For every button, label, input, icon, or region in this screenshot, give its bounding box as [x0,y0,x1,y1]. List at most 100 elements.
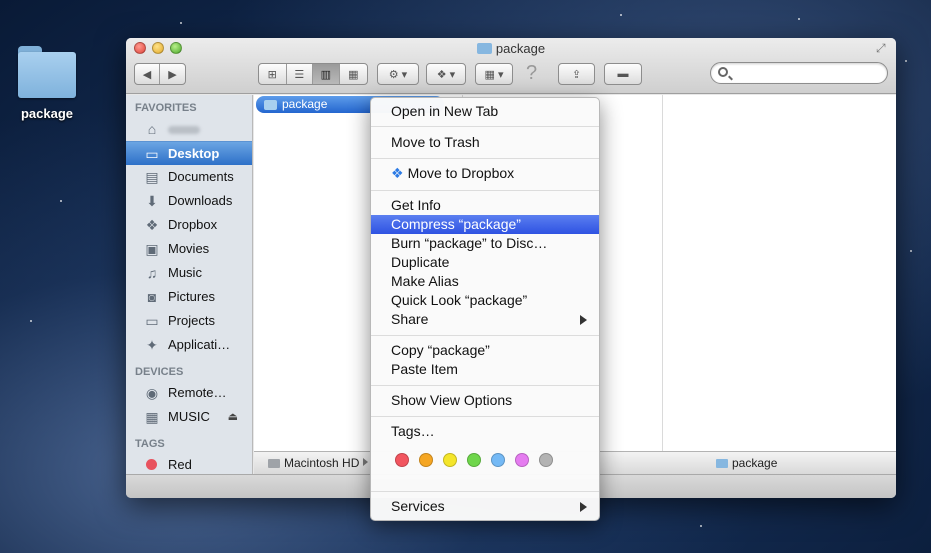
list-item-label: package [282,97,328,111]
gear-icon: ⚙ ▾ [388,68,408,81]
tag-color-green[interactable] [467,453,481,467]
forward-button[interactable]: ▶ [160,64,185,84]
desktop-folder-package[interactable]: package [12,44,82,121]
action-menu-button[interactable]: ⚙ ▾ [377,63,419,85]
dropbox-icon: ❖ [391,165,404,181]
home-icon: ⌂ [147,121,157,137]
sidebar: FAVORITES ⌂ ▭ Desktop ▤ Documents ⬇ Downloa… [126,95,253,474]
menu-item-get-info[interactable]: Get Info [371,196,599,215]
sidebar-item-label: Projects [168,313,215,328]
menu-item-tags[interactable]: Tags… [371,422,599,441]
star [30,320,32,322]
menu-item-move-to-dropbox[interactable]: ❖ Move to Dropbox [371,164,599,183]
share-button[interactable]: ⇪ [558,63,595,85]
menu-separator [371,126,599,127]
sidebar-item-desktop[interactable]: ▭ Desktop [126,141,252,165]
menu-item-label: Move to Dropbox [407,165,515,181]
menu-separator [371,491,599,492]
menu-item-copy[interactable]: Copy “package” [371,341,599,360]
sidebar-item-music-drive[interactable]: ▦ MUSIC ⏏ [126,405,252,429]
sidebar-item-downloads[interactable]: ⬇ Downloads [126,189,252,213]
tag-color-orange[interactable] [419,453,433,467]
star [620,14,622,16]
sidebar-item-home[interactable]: ⌂ [126,117,252,141]
tags-button[interactable]: ▬ [604,63,642,85]
window-title-text: package [495,41,546,56]
sidebar-item-label [168,125,200,134]
titlebar: package ⤢ ◀ ▶ ⊞ ☰ ▥ ▦ ⚙ ▾ ❖ ▾ ▦ ▾ ? ⇪ ▬ [126,38,896,94]
menu-separator [371,335,599,336]
fullscreen-icon[interactable]: ⤢ [876,41,890,55]
path-item-current[interactable]: package [716,456,777,470]
icon-view-icon[interactable]: ⊞ [259,64,287,84]
menu-item-duplicate[interactable]: Duplicate [371,253,599,272]
tag-color-picker [395,453,553,467]
list-view-icon[interactable]: ☰ [287,64,314,84]
music-icon: ♫ [146,265,158,281]
coverflow-view-icon[interactable]: ▦ [340,64,367,84]
sidebar-item-music[interactable]: ♫ Music [126,261,252,285]
tag-color-blue[interactable] [491,453,505,467]
tag-color-red[interactable] [395,453,409,467]
eject-icon[interactable]: ⏏ [228,405,238,429]
arrange-button[interactable]: ▦ ▾ [475,63,513,85]
menu-item-quick-look[interactable]: Quick Look “package” [371,291,599,310]
menu-item-move-to-trash[interactable]: Move to Trash [371,133,599,152]
star [905,60,907,62]
menu-item-label: Share [391,311,429,327]
sidebar-item-tag-red[interactable]: Red [126,453,252,474]
star [798,18,800,20]
sidebar-item-applications[interactable]: ✦ Applicati… [126,333,252,357]
context-menu: Open in New Tab Move to Trash ❖ Move to D… [370,97,600,521]
back-button[interactable]: ◀ [135,64,161,84]
sidebar-item-label: Documents [168,169,234,184]
column-view-icon[interactable]: ▥ [313,64,340,84]
star [910,250,912,252]
menu-item-make-alias[interactable]: Make Alias [371,272,599,291]
sidebar-item-movies[interactable]: ▣ Movies [126,237,252,261]
menu-item-share[interactable]: Share [371,310,599,329]
sidebar-header-favorites: FAVORITES [135,102,197,114]
window-title: package [126,41,896,56]
desktop-icon: ▭ [145,146,159,162]
sidebar-item-label: Movies [168,241,210,256]
sidebar-item-pictures[interactable]: ◙ Pictures [126,285,252,309]
tag-color-gray[interactable] [539,453,553,467]
menu-separator [371,158,599,159]
menu-item-compress[interactable]: Compress “package” [371,215,599,234]
sidebar-item-dropbox[interactable]: ❖ Dropbox [126,213,252,237]
menu-item-paste[interactable]: Paste Item [371,360,599,379]
sidebar-item-label: Music [168,265,202,280]
sidebar-item-projects[interactable]: ▭ Projects [126,309,252,333]
help-icon[interactable]: ? [526,62,537,85]
menu-separator [371,416,599,417]
drive-icon: ▦ [145,409,159,425]
menu-item-services[interactable]: Services [371,497,599,516]
sidebar-item-label: MUSIC [168,409,210,424]
menu-item-open-new-tab[interactable]: Open in New Tab [371,102,599,121]
sidebar-item-label: Dropbox [168,217,218,232]
dropbox-icon: ❖ [145,217,159,233]
path-item-disk[interactable]: Macintosh HD [268,456,359,470]
sidebar-item-remote-disc[interactable]: ◉ Remote… [126,381,252,405]
column-divider [662,95,663,451]
dropbox-menu-button[interactable]: ❖ ▾ [426,63,466,85]
downloads-icon: ⬇ [146,193,158,209]
submenu-arrow-icon [580,502,587,512]
tag-color-purple[interactable] [515,453,529,467]
sidebar-item-documents[interactable]: ▤ Documents [126,165,252,189]
path-separator-icon [363,458,368,466]
sidebar-header-tags: TAGS [135,438,165,450]
tag-color-yellow[interactable] [443,453,457,467]
menu-item-label: Services [391,498,445,514]
sidebar-item-label: Red [168,457,192,472]
search-field[interactable] [710,62,888,84]
star [700,525,702,527]
applications-icon: ✦ [146,337,158,353]
arrange-icon: ▦ ▾ [484,68,504,81]
folder-icon [264,100,277,110]
sidebar-item-label: Pictures [168,289,215,304]
folder-icon: ▭ [145,313,159,329]
menu-item-show-view-options[interactable]: Show View Options [371,391,599,410]
menu-item-burn[interactable]: Burn “package” to Disc… [371,234,599,253]
